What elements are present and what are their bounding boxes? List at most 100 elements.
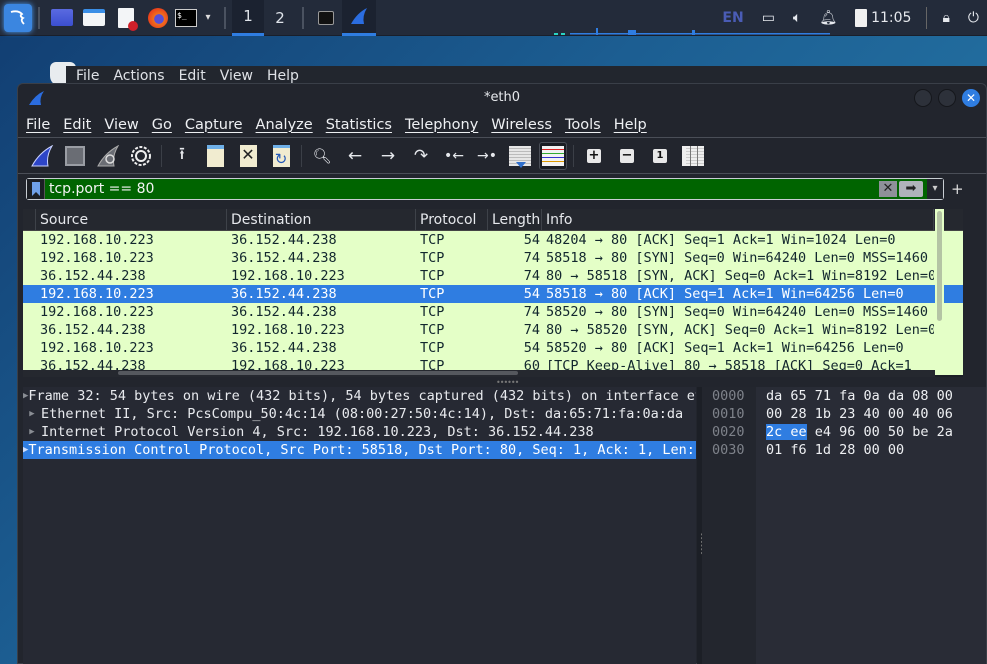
go-to-packet-button[interactable]: ↷ <box>407 142 435 170</box>
terminal-menu-view[interactable]: View <box>220 68 253 84</box>
firefox-launcher[interactable] <box>142 0 174 36</box>
column-header-length[interactable]: Length <box>488 209 542 230</box>
packet-source: 36.152.44.238 <box>40 322 146 338</box>
keyboard-layout-indicator[interactable]: EN <box>722 10 743 26</box>
colorize-button[interactable] <box>539 141 567 170</box>
column-header-destination[interactable]: Destination <box>227 209 416 230</box>
packet-row[interactable]: 192.168.10.223 36.152.44.238 TCP 74 58518 → … <box>23 249 963 267</box>
menu-capture[interactable]: Capture <box>185 117 243 133</box>
text-editor-launcher[interactable] <box>110 0 142 36</box>
battery-charging-icon[interactable] <box>855 9 868 27</box>
filter-history-dropdown[interactable]: ▾ <box>927 179 943 199</box>
vertical-scroll-thumb[interactable] <box>937 211 942 321</box>
packet-destination: 36.152.44.238 <box>231 304 337 320</box>
find-packet-button[interactable]: 🔍︎ <box>308 142 336 170</box>
terminal-menu-help[interactable]: Help <box>267 68 299 84</box>
apply-filter-button[interactable]: ➡ <box>899 181 923 197</box>
terminal-menu-edit[interactable]: Edit <box>179 68 206 84</box>
menu-go[interactable]: Go <box>152 117 172 133</box>
task-terminal[interactable] <box>310 0 342 36</box>
menu-tools[interactable]: Tools <box>565 117 601 133</box>
volume-icon[interactable]: 🔈︎ <box>793 10 801 26</box>
close-button[interactable]: ✕ <box>962 89 980 107</box>
packet-list-vertical-scrollbar[interactable] <box>935 209 944 375</box>
show-desktop-launcher[interactable] <box>46 0 78 36</box>
workspace-1[interactable]: 1 <box>232 0 264 36</box>
logout-icon[interactable]: ⏻ <box>968 10 979 26</box>
packet-row[interactable]: 36.152.44.238 192.168.10.223 TCP 74 80 → 585… <box>23 267 963 285</box>
autoscroll-button[interactable] <box>506 142 534 170</box>
packet-row[interactable]: 192.168.10.223 36.152.44.238 TCP 54 58518 → … <box>23 285 963 303</box>
file-manager-launcher[interactable] <box>78 0 110 36</box>
maximize-button[interactable] <box>938 89 956 107</box>
go-back-button[interactable]: ← <box>341 142 369 170</box>
terminal-launcher[interactable]: $_ <box>174 0 198 36</box>
expand-arrow-icon[interactable]: ▶ <box>23 423 41 441</box>
normal-size-button[interactable]: 1 <box>646 142 674 170</box>
detail-tree-item[interactable]: ▶ Ethernet II, Src: PcsCompu_50:4c:14 (08… <box>23 405 696 423</box>
clear-filter-button[interactable]: ✕ <box>879 181 897 197</box>
detail-text: Ethernet II, Src: PcsCompu_50:4c:14 (08:… <box>41 406 684 422</box>
menu-analyze[interactable]: Analyze <box>256 117 313 133</box>
display-filter-row: ✕ ➡ ▾ + <box>18 174 986 204</box>
window-titlebar[interactable]: *eth0 ✕ <box>18 84 986 112</box>
start-capture-button[interactable] <box>28 142 56 170</box>
display-icon[interactable]: ▭ <box>762 10 775 26</box>
detail-tree-item[interactable]: ▶ Transmission Control Protocol, Src Port… <box>23 441 696 459</box>
stop-capture-button[interactable] <box>61 142 89 170</box>
menu-telephony[interactable]: Telephony <box>405 117 478 133</box>
go-forward-button[interactable]: → <box>374 142 402 170</box>
restart-capture-button[interactable] <box>94 142 122 170</box>
packet-list-horizontal-scrollbar[interactable] <box>23 370 935 377</box>
kali-menu-button[interactable] <box>4 3 32 32</box>
byte-offset: 0010 <box>712 406 745 422</box>
column-header-protocol[interactable]: Protocol <box>416 209 488 230</box>
byte-offset: 0000 <box>712 388 745 404</box>
lock-screen-icon[interactable]: 🔒︎ <box>942 10 949 26</box>
pane-splitter-handle[interactable]: •••••• <box>496 378 519 387</box>
desktop-icon <box>51 9 73 26</box>
menu-view[interactable]: View <box>104 117 138 133</box>
menu-statistics[interactable]: Statistics <box>326 117 392 133</box>
terminal-menu-file[interactable]: File <box>76 68 99 84</box>
resize-columns-button[interactable] <box>679 142 707 170</box>
workspace-2[interactable]: 2 <box>264 0 296 36</box>
packet-row[interactable]: 192.168.10.223 36.152.44.238 TCP 54 48204 → … <box>23 231 963 249</box>
zoom-in-button[interactable]: + <box>580 142 608 170</box>
byte-hex: 01 f6 1d 28 00 00 <box>766 441 904 459</box>
text-editor-icon <box>118 7 138 31</box>
packet-source: 192.168.10.223 <box>40 232 154 248</box>
terminal-menu-actions[interactable]: Actions <box>113 68 164 84</box>
first-packet-button[interactable]: •← <box>440 142 468 170</box>
menu-wireless[interactable]: Wireless <box>491 117 552 133</box>
notification-bell-icon[interactable]: 🔔︎ <box>819 10 837 26</box>
task-wireshark[interactable] <box>342 0 376 36</box>
detail-tree-item[interactable]: ▶ Internet Protocol Version 4, Src: 192.1… <box>23 423 696 441</box>
close-file-button[interactable]: ✕ <box>234 142 262 170</box>
last-packet-button[interactable]: →• <box>473 142 501 170</box>
launcher-dropdown-chevron-icon[interactable]: ▾ <box>198 0 218 36</box>
minimize-button[interactable] <box>914 89 932 107</box>
add-filter-button[interactable]: + <box>951 180 964 198</box>
save-file-button[interactable] <box>201 142 229 170</box>
horizontal-scroll-thumb[interactable] <box>118 371 518 375</box>
filter-bookmark-button[interactable] <box>27 179 45 199</box>
column-header-info[interactable]: Info <box>542 209 934 230</box>
detail-tree-item[interactable]: ▶ Frame 32: 54 bytes on wire (432 bits), … <box>23 387 696 405</box>
display-filter-input[interactable] <box>45 181 879 197</box>
zoom-out-button[interactable]: − <box>613 142 641 170</box>
menu-file[interactable]: File <box>26 117 50 133</box>
toolbar-separator <box>573 144 574 167</box>
packet-row[interactable]: 36.152.44.238 192.168.10.223 TCP 74 80 → 585… <box>23 321 963 339</box>
packet-row[interactable]: 192.168.10.223 36.152.44.238 TCP 74 58520 → … <box>23 303 963 321</box>
clock[interactable]: 11:05 <box>871 10 911 26</box>
menu-help[interactable]: Help <box>614 117 647 133</box>
expand-arrow-icon[interactable]: ▶ <box>23 405 41 423</box>
open-file-button[interactable]: ⭱ <box>168 142 196 170</box>
menu-edit[interactable]: Edit <box>63 117 91 133</box>
column-header-source[interactable]: Source <box>36 209 227 230</box>
capture-options-button[interactable] <box>127 142 155 170</box>
packet-row[interactable]: 192.168.10.223 36.152.44.238 TCP 54 58520 → … <box>23 339 963 357</box>
zoom-in-icon: + <box>587 147 601 163</box>
reload-file-button[interactable]: ↻ <box>267 142 295 170</box>
